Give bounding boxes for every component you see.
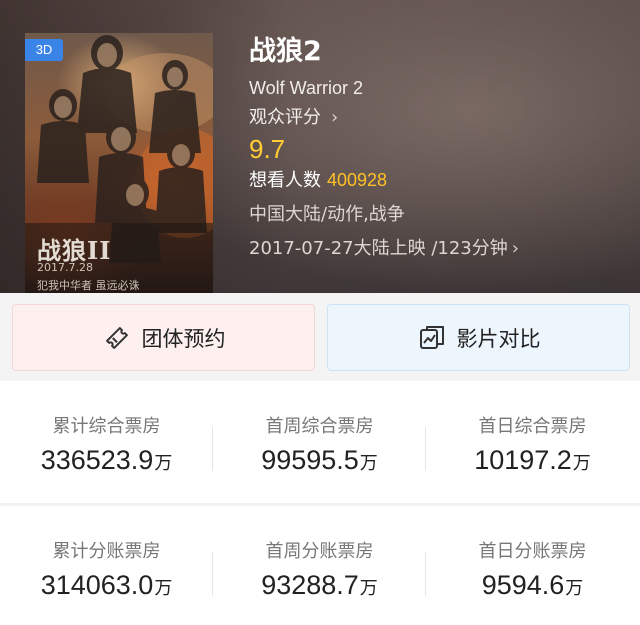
stat-first-day-comprehensive: 首日综合票房 10197.2万 (426, 381, 639, 503)
poster-slogan: 犯我中华者 虽远必诛 (37, 279, 140, 292)
compare-icon (417, 323, 447, 353)
group-booking-button[interactable]: 团体预约 (12, 304, 315, 371)
divider (425, 552, 426, 596)
stat-label: 首日综合票房 (478, 416, 587, 437)
group-booking-label: 团体预约 (141, 326, 226, 351)
want-label: 想看人数 (249, 170, 321, 191)
chevron-right-icon: › (331, 107, 339, 128)
stat-first-day-split: 首日分账票房 9594.6万 (426, 506, 639, 625)
want-count: 400928 (327, 170, 388, 190)
compare-label: 影片对比 (456, 326, 541, 351)
stat-label: 首日分账票房 (478, 541, 587, 562)
divider (212, 552, 213, 596)
action-bar: 团体预约 影片对比 (0, 293, 640, 381)
stats-row-split: 累计分账票房 314063.0万 首周分账票房 93288.7万 首日分账票房 … (0, 506, 640, 625)
movie-genre: 中国大陆/动作,战争 (249, 204, 405, 225)
stat-value: 99595.5万 (261, 445, 378, 475)
movie-english-title: Wolf Warrior 2 (249, 78, 364, 98)
release-info: 2017-07-27大陆上映 /123分钟 (249, 238, 508, 259)
stat-first-week-split: 首周分账票房 93288.7万 (213, 506, 426, 625)
poster-date: 2017.7.28 (37, 261, 93, 274)
stat-value: 10197.2万 (474, 445, 591, 475)
stat-value: 93288.7万 (261, 570, 378, 600)
stat-label: 累计综合票房 (52, 416, 161, 437)
stats-row-comprehensive: 累计综合票房 336523.9万 首周综合票房 99595.5万 首日综合票房 … (0, 381, 640, 503)
want-to-see-row: 想看人数 400928 (249, 167, 629, 194)
stat-total-comprehensive: 累计综合票房 336523.9万 (0, 381, 213, 503)
stat-label: 首周分账票房 (265, 541, 374, 562)
stat-label: 首周综合票房 (265, 416, 374, 437)
stat-value: 314063.0万 (40, 570, 173, 600)
release-info-link[interactable]: 2017-07-27大陆上映 /123分钟 › (249, 236, 629, 262)
divider (212, 427, 213, 471)
ticket-icon (102, 323, 132, 353)
movie-title: 战狼2 (249, 36, 322, 67)
rating-label: 观众评分 (249, 107, 321, 128)
stat-label: 累计分账票房 (52, 541, 161, 562)
badge-3d: 3D (25, 39, 63, 61)
compare-button[interactable]: 影片对比 (327, 304, 630, 371)
chevron-right-icon: › (511, 238, 519, 259)
stat-first-week-comprehensive: 首周综合票房 99595.5万 (213, 381, 426, 503)
stat-value: 9594.6万 (481, 570, 584, 600)
stat-value: 336523.9万 (40, 445, 173, 475)
rating-link[interactable]: 观众评分 › (249, 105, 629, 131)
divider (425, 427, 426, 471)
movie-score: 9.7 (249, 134, 286, 164)
movie-info: 战狼2 Wolf Warrior 2 观众评分 › 9.7 想看人数 400928… (249, 34, 629, 262)
box-office-stats: 累计综合票房 336523.9万 首周综合票房 99595.5万 首日综合票房 … (0, 381, 640, 625)
stat-total-split: 累计分账票房 314063.0万 (0, 506, 213, 625)
movie-header: 3D 战狼II 2017.7.28 犯我中华者 虽远必诛 战狼2 Wolf Wa… (0, 0, 640, 293)
movie-poster[interactable]: 3D 战狼II 2017.7.28 犯我中华者 虽远必诛 (25, 33, 213, 293)
